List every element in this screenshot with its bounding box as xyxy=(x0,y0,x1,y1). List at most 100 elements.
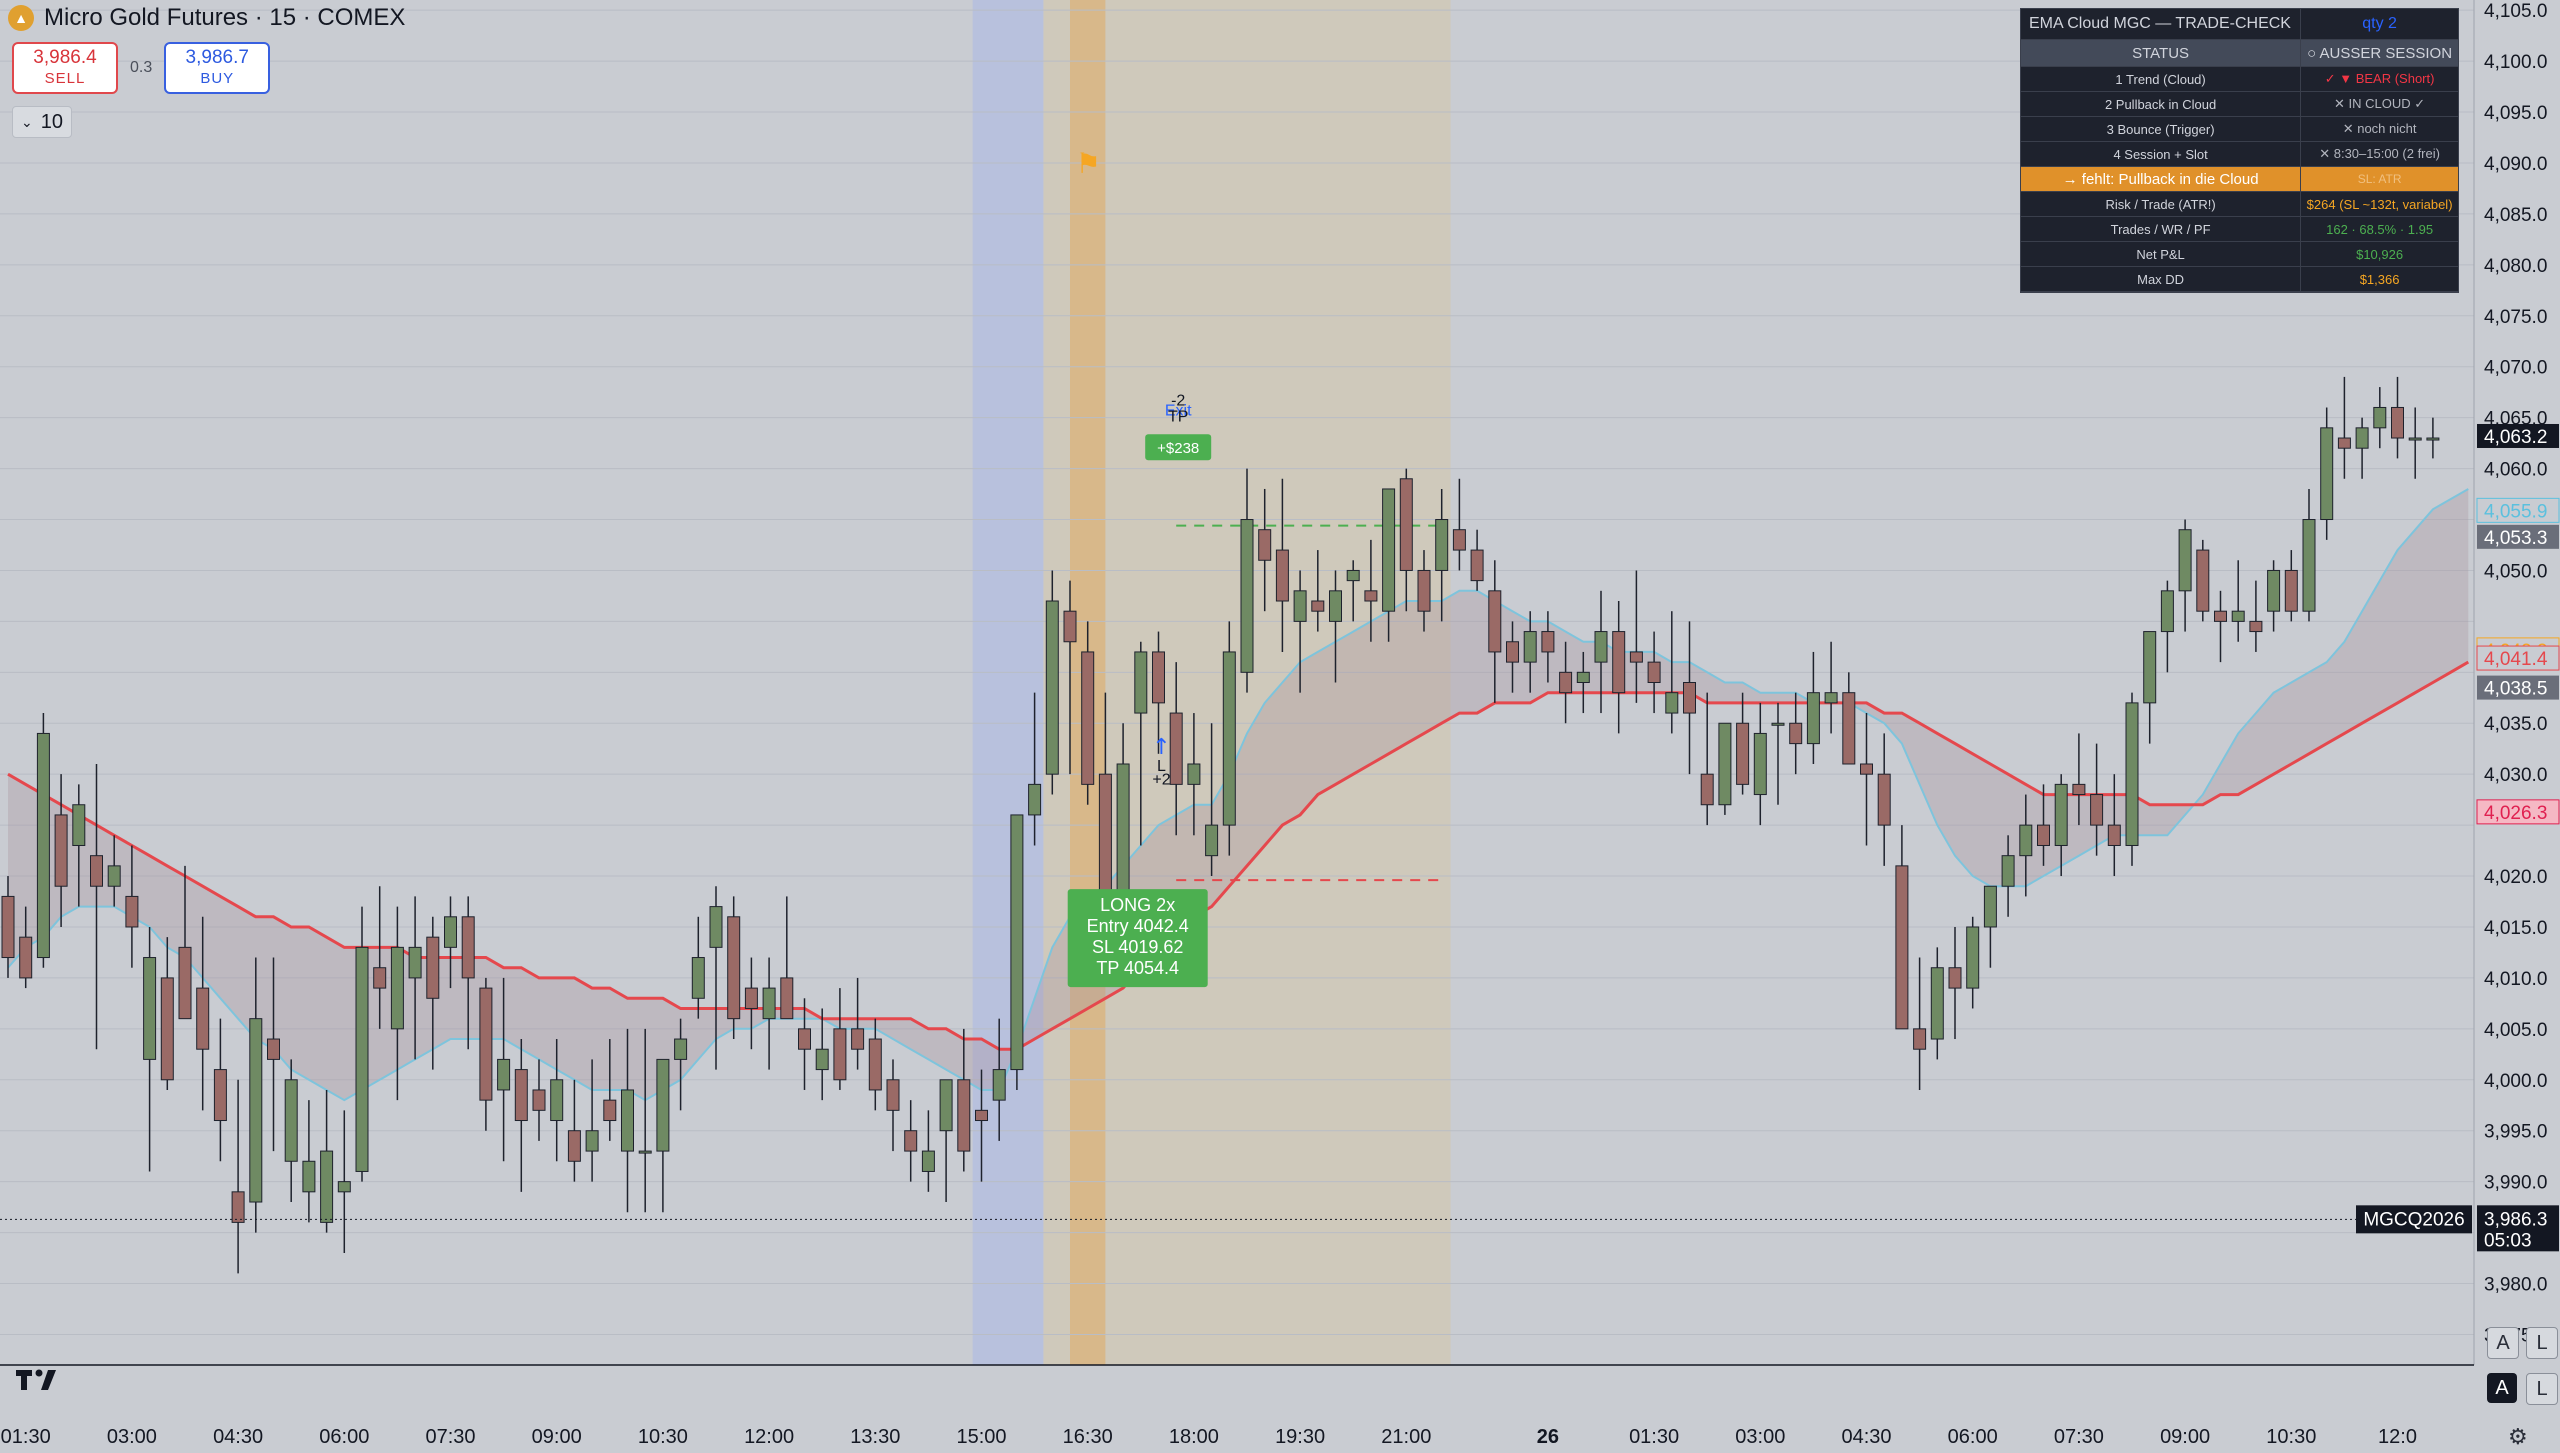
candle-body xyxy=(19,936,33,979)
price-label: 4,063.2 xyxy=(2484,427,2547,448)
candle-body xyxy=(267,1038,280,1060)
x-tick-label: 01:30 xyxy=(1,1426,51,1448)
candle-body xyxy=(1010,814,1024,1071)
long-box-text: LONG 2x xyxy=(1100,895,1175,915)
stat-value: $10,926 xyxy=(2300,241,2458,267)
candle-body xyxy=(1966,926,1980,989)
candle-body xyxy=(1275,549,1289,602)
candle-body xyxy=(1488,590,1502,653)
candle-body xyxy=(1736,722,1750,785)
candle-body xyxy=(868,1038,882,1091)
candle-body xyxy=(1028,783,1042,816)
candle-body xyxy=(1098,773,1112,908)
y-tick-label: 4,060.0 xyxy=(2484,460,2547,481)
candle-body xyxy=(2408,437,2422,441)
current-price-label: 3,986.3 xyxy=(2484,1209,2547,1230)
candle-body xyxy=(2054,783,2068,846)
candle-body xyxy=(2090,794,2104,826)
price-label: 4,026.3 xyxy=(2484,803,2547,824)
buy-price: 3,986.7 xyxy=(185,47,249,68)
x-tick-label: 13:30 xyxy=(850,1426,900,1448)
candle-body xyxy=(2196,549,2210,612)
candle-body xyxy=(2320,427,2334,521)
spread-value: 0.3 xyxy=(130,59,153,76)
candle-body xyxy=(1718,722,1732,806)
candle-body xyxy=(1470,549,1484,582)
candle-body xyxy=(1506,641,1519,663)
candle-body xyxy=(2284,569,2298,612)
candle-body xyxy=(125,895,139,928)
log-scale-button[interactable]: L xyxy=(2526,1327,2558,1359)
row-value: ✕ noch nicht xyxy=(2300,116,2458,142)
candle-body xyxy=(2214,610,2227,622)
price-label: 4,038.5 xyxy=(2484,679,2547,700)
candle-body xyxy=(939,1079,953,1132)
candle-body xyxy=(992,1069,1006,1101)
candle-body xyxy=(213,1069,227,1122)
panel-row: 2 Pullback in Cloud ✕ IN CLOUD ✓ xyxy=(2021,91,2458,117)
auto-scale-button[interactable]: A xyxy=(2487,1327,2519,1359)
buy-label: BUY xyxy=(200,70,235,87)
candle-body xyxy=(1860,763,1873,775)
buy-button[interactable]: 3,986.7 BUY xyxy=(164,42,271,94)
candle-body xyxy=(2160,590,2174,633)
candle-body xyxy=(744,987,758,1009)
candle-body xyxy=(1329,590,1342,622)
y-tick-label: 4,070.0 xyxy=(2484,358,2547,379)
y-tick-label: 4,105.0 xyxy=(2484,1,2547,22)
candle-body xyxy=(603,1099,617,1122)
candle-body xyxy=(2337,437,2351,449)
auto-scale-time-button[interactable]: A xyxy=(2487,1373,2517,1403)
stat-value: $1,366 xyxy=(2300,266,2458,292)
candle-body xyxy=(1647,661,1661,684)
candle-body xyxy=(1612,631,1626,694)
x-tick-label: 07:30 xyxy=(425,1426,475,1448)
candle-body xyxy=(1364,590,1378,602)
candle-body xyxy=(1629,651,1643,663)
candle-body xyxy=(975,1109,988,1122)
candle-body xyxy=(1116,763,1130,897)
long-box-text: SL 4019.62 xyxy=(1092,937,1183,957)
candle-body xyxy=(2391,406,2404,439)
panel-row: 1 Trend (Cloud) ✓ ▼ BEAR (Short) xyxy=(2021,66,2458,92)
candle-body xyxy=(957,1079,971,1152)
trade-buttons: 3,986.4 SELL 0.3 3,986.7 BUY xyxy=(12,42,271,94)
panel-row: Trades / WR / PF 162 · 68.5% · 1.95 xyxy=(2021,216,2458,242)
candle-body xyxy=(90,855,103,887)
row-value: ✓ ▼ BEAR (Short) xyxy=(2300,66,2458,92)
x-tick-label: 04:30 xyxy=(213,1426,263,1448)
panel-head-session: ○ AUSSER SESSION xyxy=(2300,39,2458,67)
candle-body xyxy=(2302,519,2316,612)
x-tick-label: 12:00 xyxy=(744,1426,794,1448)
y-tick-label: 4,090.0 xyxy=(2484,154,2547,175)
candle-body xyxy=(1665,692,1679,714)
candle-body xyxy=(1541,631,1555,653)
candle-body xyxy=(143,957,157,1060)
panel-qty: qty 2 xyxy=(2300,9,2458,40)
sell-button[interactable]: 3,986.4 SELL xyxy=(12,42,118,94)
candle-body xyxy=(514,1069,528,1122)
candle-body xyxy=(833,1028,847,1081)
lots-dropdown[interactable]: ⌄ 10 xyxy=(12,106,72,138)
candle-body xyxy=(2355,427,2369,449)
candle-body xyxy=(1346,569,1360,582)
x-tick-label: 03:00 xyxy=(107,1426,157,1448)
tradingview-logo-icon[interactable] xyxy=(14,1366,64,1392)
x-tick-label: 12:0 xyxy=(2378,1426,2417,1448)
candle-body xyxy=(638,1150,652,1154)
stat-label: Risk / Trade (ATR!) xyxy=(2021,191,2302,217)
x-tick-label: 19:30 xyxy=(1275,1426,1325,1448)
candle-body xyxy=(160,977,174,1081)
x-tick-label: 09:00 xyxy=(2160,1426,2210,1448)
candle-body xyxy=(178,946,192,1020)
candle-body xyxy=(1222,651,1236,826)
log-scale-time-button[interactable]: L xyxy=(2526,1373,2558,1405)
gear-icon[interactable]: ⚙ xyxy=(2508,1424,2528,1450)
candle-body xyxy=(1806,692,1820,745)
candle-body xyxy=(1789,722,1803,745)
tp-label: TP xyxy=(1168,409,1188,426)
symbol-title[interactable]: Micro Gold Futures · 15 · COMEX xyxy=(44,4,405,32)
candle-body xyxy=(2019,824,2033,857)
long-box-text: Entry 4042.4 xyxy=(1087,916,1189,936)
candle-body xyxy=(656,1058,670,1152)
